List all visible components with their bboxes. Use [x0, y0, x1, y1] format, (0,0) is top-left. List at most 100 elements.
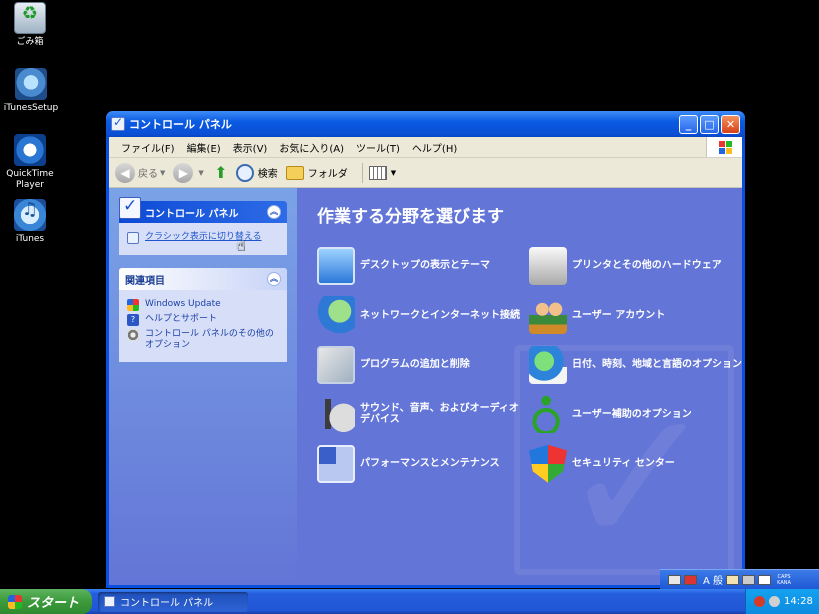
itunes-icon	[14, 199, 46, 231]
close-button[interactable]: ✕	[721, 114, 740, 134]
category-label: サウンド、音声、およびオーディオ デバイス	[360, 403, 519, 426]
folders-label: フォルダ	[307, 169, 348, 180]
panel-header[interactable]: コントロール パネル ︽	[119, 196, 287, 223]
installer-icon	[15, 68, 47, 100]
maximize-button[interactable]: □	[700, 114, 719, 134]
language-bar: A 般 ? CAPS KANA	[660, 569, 819, 589]
quicktime-icon	[14, 134, 46, 166]
menu-help[interactable]: ヘルプ(H)	[406, 140, 463, 155]
help-icon: ?	[127, 314, 139, 326]
collapse-icon[interactable]: ︽	[267, 205, 281, 219]
desktop-icon-label: iTunesSetup	[3, 103, 59, 113]
keyboard-icon[interactable]	[668, 574, 681, 585]
category-add-remove-programs[interactable]: プログラムの追加と削除	[317, 340, 529, 390]
see-also-section: 関連項目 ︽ Windows Update ? ヘルプとサポート コントロール …	[119, 268, 287, 362]
start-button[interactable]: スタート	[0, 589, 92, 614]
toolbar: ◀ 戻る ▼ ▶ ▼ ⬆ 検索 フォルダ ▼	[109, 158, 742, 188]
desktop-icon-label: iTunes	[15, 234, 45, 244]
folder-icon	[285, 165, 304, 180]
link-text: ヘルプとサポート	[145, 314, 218, 324]
menu-edit[interactable]: 編集(E)	[181, 140, 227, 155]
task-title: コントロール パネル	[120, 598, 214, 609]
dictionary-icon[interactable]	[726, 574, 740, 585]
link-text: Windows Update	[145, 299, 221, 309]
back-label: 戻る	[138, 169, 158, 180]
performance-icon	[317, 444, 355, 483]
help-icon[interactable]: ?	[758, 574, 772, 585]
display-icon	[317, 246, 355, 285]
switch-to-classic-view-link[interactable]: クラシック表示に切り替える	[127, 232, 279, 244]
desktop-icon-label: ごみ箱	[16, 37, 44, 47]
menu-tools[interactable]: ツール(T)	[350, 140, 406, 155]
desktop-icon-itunessetup[interactable]: iTunesSetup	[0, 68, 66, 114]
windows-update-icon	[127, 299, 139, 311]
add-remove-programs-icon	[317, 345, 355, 384]
windows-update-link[interactable]: Windows Update	[127, 299, 279, 311]
collapse-icon[interactable]: ︽	[267, 272, 281, 286]
shield-icon	[529, 444, 567, 483]
search-button[interactable]: 検索	[235, 163, 278, 182]
category-view: 作業する分野を選びます デスクトップの表示とテーマ プリンタとその他のハードウェ…	[297, 188, 742, 585]
views-icon	[368, 165, 387, 180]
up-folder-icon[interactable]: ⬆	[212, 163, 230, 182]
taskbar: スタート コントロール パネル 14:28	[0, 589, 819, 614]
desktop-icon-quicktime[interactable]: QuickTime Player	[0, 134, 65, 191]
control-panel-icon	[104, 596, 115, 607]
security-alert-icon[interactable]	[754, 596, 765, 607]
dropdown-arrow-icon: ▼	[390, 168, 397, 177]
search-icon	[235, 163, 254, 182]
clock[interactable]: 14:28	[784, 596, 813, 607]
menu-favorites[interactable]: お気に入り(A)	[273, 140, 350, 155]
category-printers-hardware[interactable]: プリンタとその他のハードウェア	[529, 241, 742, 291]
windows-logo-icon	[706, 137, 742, 157]
search-label: 検索	[257, 169, 278, 180]
forward-arrow-icon: ▶	[173, 162, 194, 183]
minimize-button[interactable]: _	[679, 114, 698, 134]
category-label: セキュリティ センター	[572, 458, 675, 470]
menu-view[interactable]: 表示(V)	[227, 140, 274, 155]
category-appearance-themes[interactable]: デスクトップの表示とテーマ	[317, 241, 529, 291]
category-date-time-language[interactable]: 日付、時刻、地域と言語のオプション	[529, 340, 742, 390]
ime-mode[interactable]: A 般	[703, 572, 723, 587]
windows-flag-icon	[8, 594, 22, 609]
caps-kana-indicator: CAPS KANA	[774, 574, 794, 586]
gear-icon	[127, 329, 139, 341]
category-label: ユーザー補助のオプション	[572, 408, 692, 420]
ime-pad-icon[interactable]	[684, 574, 697, 585]
title-bar[interactable]: コントロール パネル _ □ ✕	[106, 111, 745, 137]
back-button[interactable]: ◀ 戻る ▼	[115, 162, 165, 183]
control-panel-window: コントロール パネル _ □ ✕ ファイル(F) 編集(E) 表示(V) お気に…	[106, 111, 745, 588]
category-sound-audio[interactable]: サウンド、音声、およびオーディオ デバイス	[317, 390, 529, 440]
forward-button[interactable]: ▶ ▼	[173, 162, 204, 183]
category-label: プリンタとその他のハードウェア	[572, 260, 722, 272]
panel-title: コントロール パネル	[145, 208, 239, 220]
panel-header[interactable]: 関連項目 ︽	[119, 268, 287, 290]
system-tray: 14:28	[745, 589, 819, 614]
menu-file[interactable]: ファイル(F)	[115, 140, 181, 155]
help-and-support-link[interactable]: ? ヘルプとサポート	[127, 314, 279, 326]
category-user-accounts[interactable]: ユーザー アカウント	[529, 291, 742, 341]
dropdown-arrow-icon[interactable]: ▼	[198, 169, 203, 177]
folders-button[interactable]: フォルダ	[285, 165, 348, 180]
desktop-icon-recycle-bin[interactable]: ごみ箱	[0, 2, 65, 48]
users-icon	[529, 296, 567, 335]
views-button[interactable]: ▼	[368, 165, 397, 180]
recycle-bin-icon	[14, 2, 46, 34]
task-pane: コントロール パネル ︽ クラシック表示に切り替える 関連項目 ︽	[109, 188, 297, 585]
category-performance-maintenance[interactable]: パフォーマンスとメンテナンス	[317, 439, 529, 489]
category-security-center[interactable]: セキュリティ センター	[529, 439, 742, 489]
tray-app-icon[interactable]	[769, 596, 780, 607]
back-arrow-icon: ◀	[115, 162, 135, 183]
tools-icon[interactable]	[742, 574, 756, 585]
other-options-link[interactable]: コントロール パネルのその他のオプション	[127, 329, 279, 351]
category-accessibility[interactable]: ユーザー補助のオプション	[529, 390, 742, 440]
dropdown-arrow-icon[interactable]: ▼	[160, 169, 165, 177]
globe-calendar-icon	[529, 345, 567, 384]
category-network-internet[interactable]: ネットワークとインターネット接続	[317, 291, 529, 341]
printer-icon	[529, 246, 567, 285]
window-title: コントロール パネル	[129, 118, 232, 131]
desktop-icon-itunes[interactable]: iTunes	[0, 199, 65, 245]
link-text: コントロール パネルのその他のオプション	[145, 329, 274, 350]
taskbar-item-control-panel[interactable]: コントロール パネル	[98, 591, 248, 612]
desktop-icon-label: QuickTime Player	[6, 169, 54, 190]
